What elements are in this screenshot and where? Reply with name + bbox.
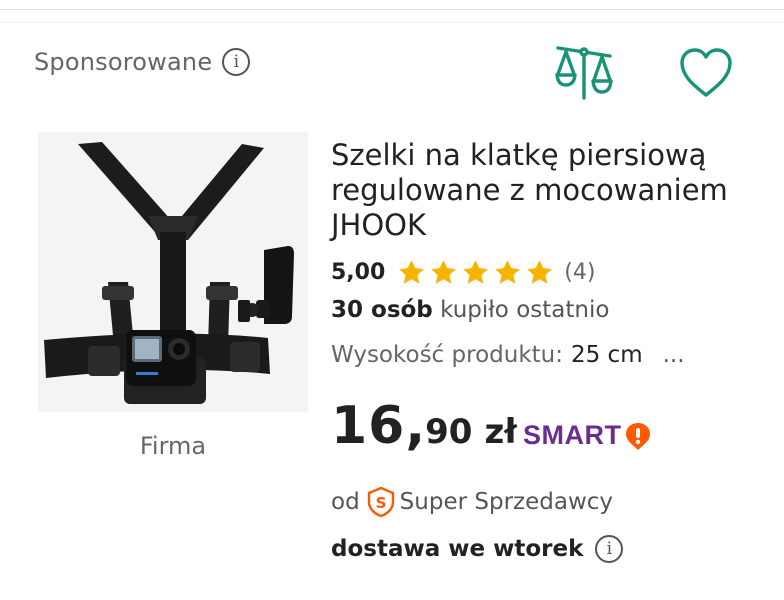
more-parameters-button[interactable]: ... bbox=[663, 342, 685, 368]
star-icon bbox=[463, 260, 489, 284]
smart-badge[interactable]: SMART bbox=[523, 420, 652, 451]
delivery-info: dostawa we wtorek i bbox=[331, 535, 624, 563]
price-integer: 16 bbox=[331, 396, 406, 456]
price-currency: zł bbox=[484, 412, 517, 452]
rating-count: (4) bbox=[564, 260, 596, 285]
parameter-value: 25 cm bbox=[570, 342, 643, 368]
super-seller-icon: S bbox=[367, 486, 394, 518]
star-icon bbox=[431, 260, 457, 284]
seller-label: Super Sprzedawcy bbox=[399, 489, 614, 515]
wishlist-button[interactable] bbox=[676, 44, 736, 100]
sponsored-label: Sponsorowane i bbox=[34, 48, 251, 76]
product-image[interactable] bbox=[38, 132, 308, 412]
heart-icon bbox=[680, 48, 732, 97]
recent-buyers: 30 osób kupiło ostatnio bbox=[331, 297, 609, 323]
parameter-name: Wysokość produktu: bbox=[331, 342, 563, 368]
rating-value: 5,00 bbox=[331, 260, 386, 285]
delivery-text: dostawa we wtorek bbox=[331, 536, 584, 562]
buyers-text: kupiło ostatnio bbox=[440, 297, 610, 323]
chest-harness-image bbox=[38, 132, 308, 412]
info-icon[interactable]: i bbox=[595, 535, 624, 563]
brand-name: Firma bbox=[139, 432, 207, 460]
svg-text:S: S bbox=[375, 494, 386, 512]
buyers-count: 30 osób bbox=[331, 297, 433, 323]
seller-prefix: od bbox=[331, 489, 360, 515]
price-decimal: 90 bbox=[425, 412, 473, 452]
smart-label: SMART bbox=[523, 420, 622, 450]
star-icon bbox=[399, 260, 425, 284]
price: 16, 90 zł bbox=[331, 396, 517, 456]
smart-exclamation-icon bbox=[625, 422, 650, 450]
star-icon bbox=[527, 260, 553, 284]
info-icon[interactable]: i bbox=[222, 48, 251, 76]
sponsored-text: Sponsorowane bbox=[34, 48, 213, 76]
price-comma: , bbox=[405, 396, 426, 456]
scales-icon bbox=[555, 46, 613, 100]
seller-info[interactable]: od S Super Sprzedawcy bbox=[331, 486, 613, 518]
top-divider bbox=[0, 0, 784, 10]
rating[interactable]: 5,00 (4) bbox=[331, 258, 595, 287]
product-title[interactable]: Szelki na klatkę piersiową regulowane z … bbox=[331, 138, 751, 243]
star-icon bbox=[495, 260, 521, 284]
compare-button[interactable] bbox=[552, 40, 616, 104]
product-parameter: Wysokość produktu: 25 cm ... bbox=[331, 342, 685, 368]
rating-stars bbox=[397, 258, 554, 287]
